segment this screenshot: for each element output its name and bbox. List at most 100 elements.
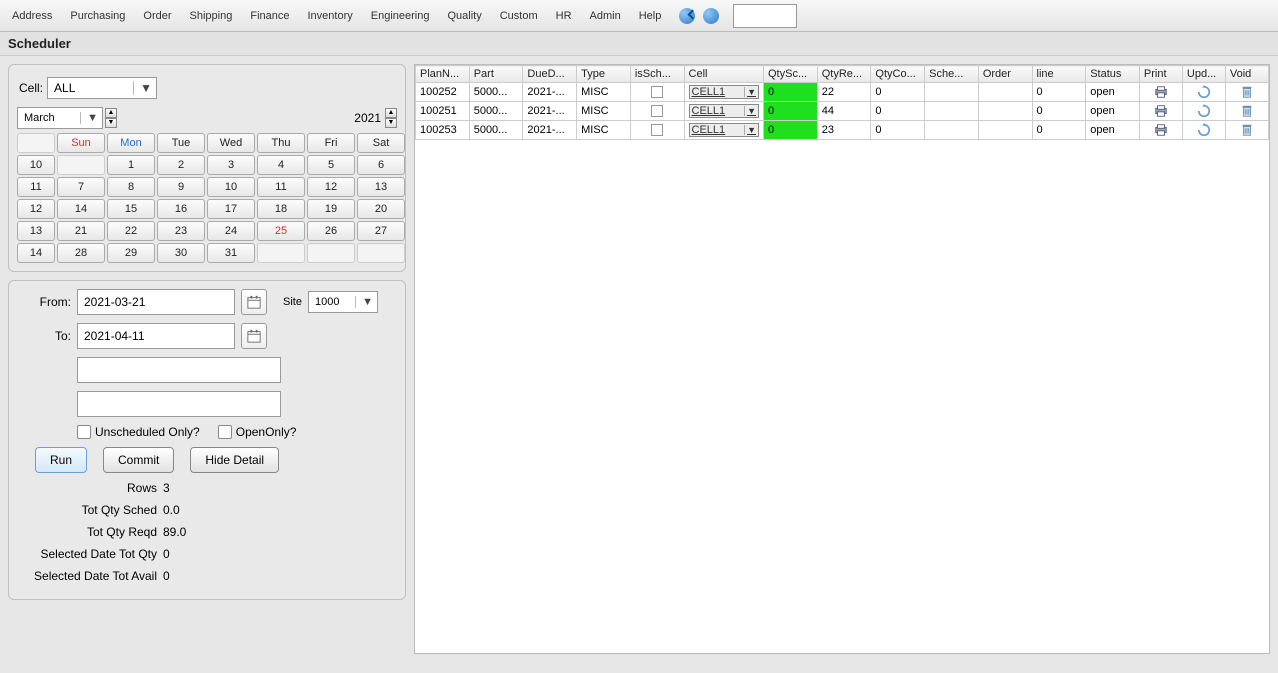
cal-day[interactable]: 27 <box>357 221 405 241</box>
cal-day[interactable]: 12 <box>307 177 355 197</box>
cell-select[interactable]: ALL ▼ <box>47 77 157 99</box>
grid-header[interactable]: Sche... <box>925 66 979 83</box>
from-input[interactable] <box>77 289 235 315</box>
site-select[interactable]: 1000 ▼ <box>308 291 378 313</box>
spinner-down-icon[interactable]: ▼ <box>105 118 117 128</box>
cal-week-number[interactable]: 12 <box>17 199 55 219</box>
cal-day[interactable]: 25 <box>257 221 305 241</box>
run-button[interactable]: Run <box>35 447 87 473</box>
cal-day[interactable]: 7 <box>57 177 105 197</box>
cal-day[interactable]: 28 <box>57 243 105 263</box>
menu-shipping[interactable]: Shipping <box>182 6 241 26</box>
cal-day[interactable]: 30 <box>157 243 205 263</box>
cal-week-number[interactable]: 11 <box>17 177 55 197</box>
update-button[interactable] <box>1182 102 1225 121</box>
menu-help[interactable]: Help <box>631 6 670 26</box>
menu-engineering[interactable]: Engineering <box>363 6 438 26</box>
spinner-up-icon[interactable]: ▲ <box>385 108 397 118</box>
is-sched-checkbox[interactable] <box>651 105 663 117</box>
grid-header[interactable]: isSch... <box>630 66 684 83</box>
cal-day[interactable]: 31 <box>207 243 255 263</box>
search-input[interactable] <box>733 4 797 28</box>
unscheduled-only-checkbox[interactable] <box>77 425 91 439</box>
grid-header[interactable]: Cell <box>684 66 763 83</box>
void-button[interactable] <box>1225 121 1268 140</box>
hide-detail-button[interactable]: Hide Detail <box>190 447 279 473</box>
cal-day[interactable]: 5 <box>307 155 355 175</box>
print-button[interactable] <box>1139 102 1182 121</box>
spinner-up-icon[interactable]: ▲ <box>105 108 117 118</box>
cal-day[interactable]: 9 <box>157 177 205 197</box>
cal-day[interactable]: 13 <box>357 177 405 197</box>
open-only-checkbox[interactable] <box>218 425 232 439</box>
month-select[interactable]: March ▼ <box>17 107 103 129</box>
table-row[interactable]: 1002525000...2021-...MISCCELL1▼02200open <box>416 83 1269 102</box>
cal-day[interactable]: 16 <box>157 199 205 219</box>
grid-header[interactable]: PlanN... <box>416 66 470 83</box>
cal-day[interactable]: 6 <box>357 155 405 175</box>
grid-header[interactable]: Void <box>1225 66 1268 83</box>
grid-header[interactable]: Part <box>469 66 523 83</box>
print-button[interactable] <box>1139 83 1182 102</box>
is-sched-checkbox[interactable] <box>651 86 663 98</box>
grid-header[interactable]: QtyCo... <box>871 66 925 83</box>
table-row[interactable]: 1002535000...2021-...MISCCELL1▼02300open <box>416 121 1269 140</box>
cal-day[interactable]: 2 <box>157 155 205 175</box>
grid-header[interactable]: line <box>1032 66 1086 83</box>
cal-day[interactable]: 21 <box>57 221 105 241</box>
cal-week-number[interactable]: 10 <box>17 155 55 175</box>
update-button[interactable] <box>1182 83 1225 102</box>
grid-header[interactable]: Print <box>1139 66 1182 83</box>
is-sched-checkbox[interactable] <box>651 124 663 136</box>
cal-week-number[interactable]: 14 <box>17 243 55 263</box>
grid-header[interactable]: Order <box>978 66 1032 83</box>
cal-day[interactable]: 22 <box>107 221 155 241</box>
commit-button[interactable]: Commit <box>103 447 174 473</box>
cal-day[interactable]: 1 <box>107 155 155 175</box>
print-button[interactable] <box>1139 121 1182 140</box>
menu-custom[interactable]: Custom <box>492 6 546 26</box>
menu-admin[interactable]: Admin <box>582 6 629 26</box>
menu-quality[interactable]: Quality <box>439 6 489 26</box>
cal-day[interactable]: 17 <box>207 199 255 219</box>
cal-day[interactable]: 14 <box>57 199 105 219</box>
cal-day[interactable]: 4 <box>257 155 305 175</box>
month-spinner[interactable]: ▲ ▼ <box>105 108 117 128</box>
cal-day[interactable]: 11 <box>257 177 305 197</box>
cal-day[interactable]: 23 <box>157 221 205 241</box>
menu-order[interactable]: Order <box>135 6 179 26</box>
update-button[interactable] <box>1182 121 1225 140</box>
extra-input-2[interactable] <box>77 391 281 417</box>
cal-day[interactable]: 18 <box>257 199 305 219</box>
nav-forward-icon[interactable] <box>703 8 719 24</box>
cal-day[interactable]: 29 <box>107 243 155 263</box>
menu-hr[interactable]: HR <box>548 6 580 26</box>
year-spinner[interactable]: ▲ ▼ <box>385 108 397 128</box>
grid-header[interactable]: Type <box>577 66 631 83</box>
void-button[interactable] <box>1225 83 1268 102</box>
spinner-down-icon[interactable]: ▼ <box>385 118 397 128</box>
cal-day[interactable]: 15 <box>107 199 155 219</box>
grid-header[interactable]: Status <box>1086 66 1140 83</box>
cell-dropdown[interactable]: CELL1▼ <box>689 85 759 99</box>
to-input[interactable] <box>77 323 235 349</box>
menu-finance[interactable]: Finance <box>242 6 297 26</box>
menu-address[interactable]: Address <box>4 6 60 26</box>
menu-inventory[interactable]: Inventory <box>300 6 361 26</box>
cal-day[interactable]: 20 <box>357 199 405 219</box>
cell-dropdown[interactable]: CELL1▼ <box>689 123 759 137</box>
cal-day[interactable]: 3 <box>207 155 255 175</box>
cal-day[interactable]: 26 <box>307 221 355 241</box>
to-date-picker-button[interactable] <box>241 323 267 349</box>
cal-day[interactable]: 19 <box>307 199 355 219</box>
cell-dropdown[interactable]: CELL1▼ <box>689 104 759 118</box>
nav-back-icon[interactable] <box>679 8 695 24</box>
grid-header[interactable]: DueD... <box>523 66 577 83</box>
cal-day[interactable]: 24 <box>207 221 255 241</box>
void-button[interactable] <box>1225 102 1268 121</box>
from-date-picker-button[interactable] <box>241 289 267 315</box>
menu-purchasing[interactable]: Purchasing <box>62 6 133 26</box>
table-row[interactable]: 1002515000...2021-...MISCCELL1▼04400open <box>416 102 1269 121</box>
extra-input-1[interactable] <box>77 357 281 383</box>
grid-header[interactable]: QtyRe... <box>817 66 871 83</box>
